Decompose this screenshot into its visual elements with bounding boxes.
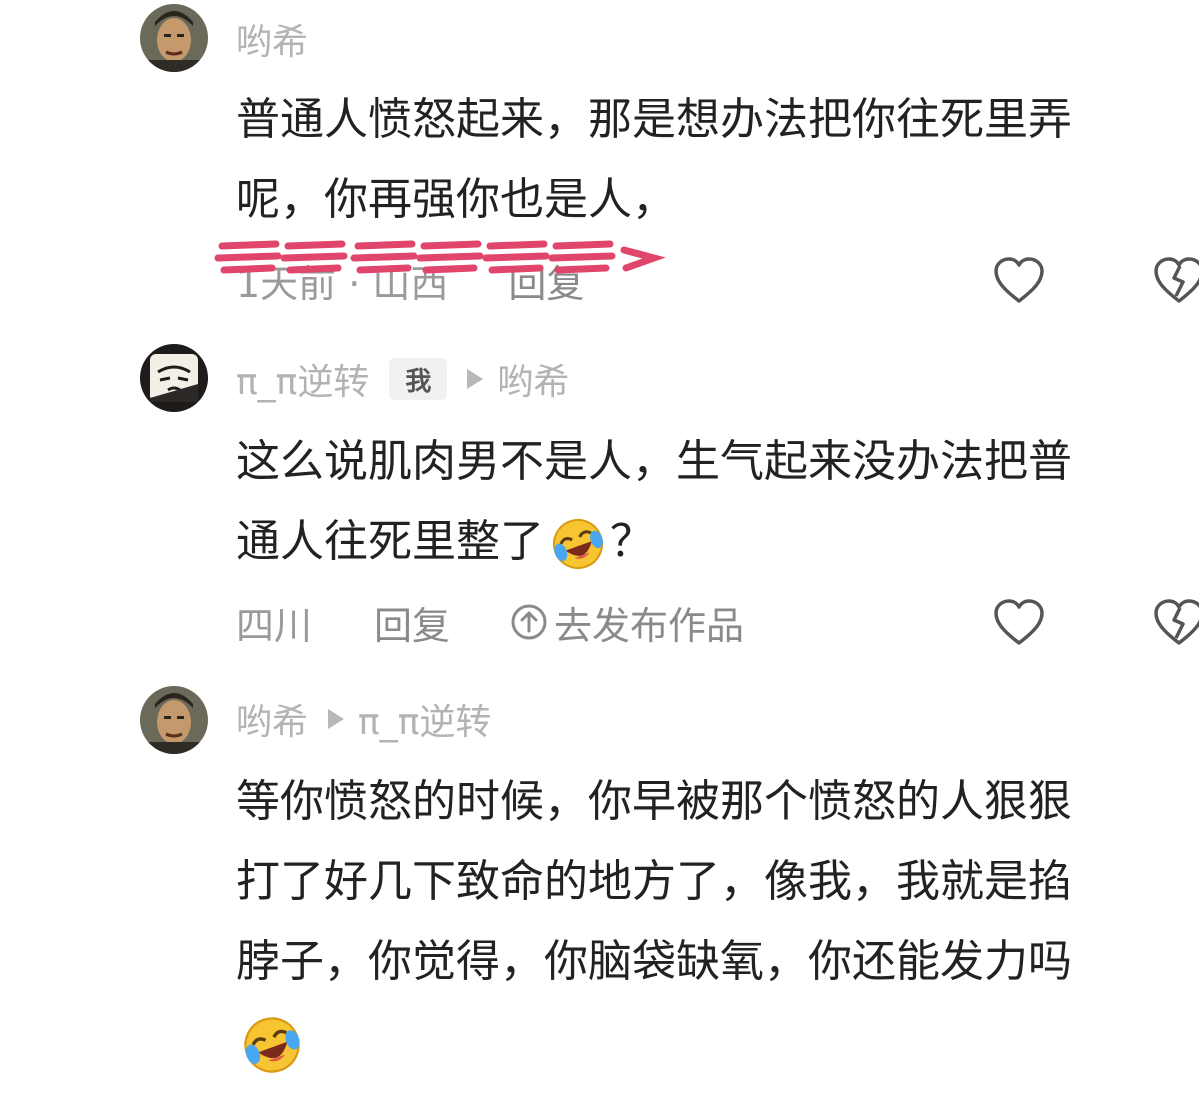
comment-thread: 哟希 普通人愤怒起来，那是想办法把你往死里弄 呢，你再强你也是人， 1天前 · … (0, 0, 1199, 1097)
comment-2-location: 四川 (236, 603, 313, 648)
upload-circle-icon (511, 604, 547, 640)
publish-work-button[interactable]: 去发布作品 (510, 595, 744, 650)
comment-1-header: 哟希 (236, 13, 308, 65)
comment-3-reply-to[interactable]: π_π逆转 (358, 693, 491, 745)
comment-2-reply-to[interactable]: 哟希 (497, 353, 569, 405)
comment-2-header: π_π逆转 我 哟希 (236, 353, 569, 405)
comment-3-body-line-3: 脖子，你觉得，你脑袋缺氧，你还能发力吗 (236, 936, 1072, 987)
avatar-image (140, 4, 208, 72)
reply-arrow-icon (467, 369, 484, 389)
comment-3-body-line-2: 打了好几下致命的地方了，像我，我就是掐 (236, 856, 1072, 907)
rolling-laughing-emoji (553, 519, 603, 569)
comment-2-body-line-2-wrap: 通人往死里整了 ？ (236, 502, 654, 582)
avatar-pipi[interactable] (140, 344, 208, 412)
avatar-yoxi[interactable] (140, 4, 208, 72)
me-badge: 我 (389, 358, 448, 400)
comment-2-body-suffix: ？ (610, 516, 654, 567)
avatar-image (140, 686, 208, 754)
reply-arrow-icon (328, 709, 345, 729)
comment-1-like-icon[interactable] (992, 256, 1046, 306)
comment-2-author[interactable]: π_π逆转 (236, 353, 369, 405)
comment-2-body-line-1: 这么说肌肉男不是人，生气起来没办法把普 (236, 436, 1072, 487)
rolling-laughing-emoji (244, 1017, 300, 1073)
comment-1-dislike-icon[interactable] (1152, 256, 1199, 306)
comment-2-meta: 四川 回复 去发布作品 (236, 595, 744, 650)
comment-2-like-icon[interactable] (992, 598, 1046, 648)
comment-3-author[interactable]: 哟希 (236, 693, 308, 745)
comment-3-header: 哟希 π_π逆转 (236, 693, 491, 745)
redaction-scribble (214, 240, 666, 274)
comment-1-author[interactable]: 哟希 (236, 13, 308, 65)
comment-2-body-line-2: 通人往死里整了 (236, 516, 544, 567)
avatar-image (140, 344, 208, 412)
comment-2-reply-button[interactable]: 回复 (374, 595, 450, 650)
avatar-yoxi[interactable] (140, 686, 208, 754)
comment-2-dislike-icon[interactable] (1152, 598, 1199, 648)
publish-work-label: 去发布作品 (554, 603, 745, 648)
comment-1-body-line-1: 普通人愤怒起来，那是想办法把你往死里弄 (236, 94, 1072, 145)
comment-3-body-line-1: 等你愤怒的时候，你早被那个愤怒的人狠狠 (236, 776, 1072, 827)
